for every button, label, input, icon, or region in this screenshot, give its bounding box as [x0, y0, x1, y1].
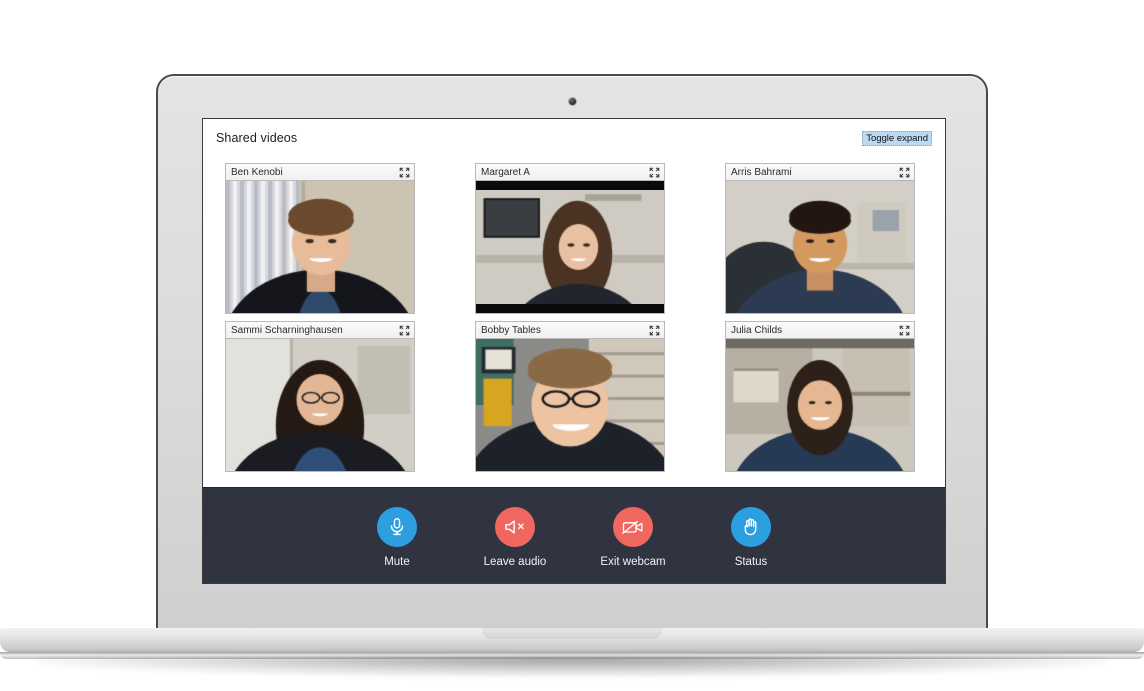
letterbox-bar	[476, 181, 664, 190]
video-frame[interactable]	[225, 180, 415, 314]
video-tile-header: Sammi Scharninghausen	[225, 321, 415, 338]
video-canvas	[476, 181, 664, 313]
video-tile-header: Ben Kenobi	[225, 163, 415, 180]
laptop-shadow	[38, 657, 1106, 677]
video-tile: Julia Childs	[725, 321, 915, 473]
video-canvas	[226, 181, 414, 313]
toolbar-button-label: Exit webcam	[600, 556, 666, 568]
video-tile-header: Julia Childs	[725, 321, 915, 338]
expand-icon[interactable]	[399, 325, 410, 336]
toolbar-button-mute[interactable]: Mute	[352, 507, 442, 568]
video-stream	[726, 181, 914, 313]
participant-name: Sammi Scharninghausen	[231, 324, 343, 336]
video-frame[interactable]	[475, 180, 665, 314]
toggle-expand-button[interactable]: Toggle expand	[862, 131, 932, 146]
video-frame[interactable]	[475, 338, 665, 472]
app-body: Shared videos Toggle expand Ben Kenobi M…	[203, 119, 945, 487]
microphone-icon	[390, 518, 404, 536]
video-canvas	[726, 339, 914, 471]
video-tile: Ben Kenobi	[225, 163, 415, 315]
speaker-mute-icon	[505, 520, 524, 534]
participant-name: Arris Bahrami	[731, 166, 792, 178]
video-canvas	[726, 181, 914, 313]
video-frame[interactable]	[725, 338, 915, 472]
video-canvas	[476, 339, 664, 471]
toolbar-button-status[interactable]: Status	[706, 507, 796, 568]
laptop-lid: Shared videos Toggle expand Ben Kenobi M…	[156, 74, 988, 634]
video-canvas	[226, 339, 414, 471]
expand-icon[interactable]	[649, 167, 660, 178]
toolbar-button-leave-audio[interactable]: Leave audio	[470, 507, 560, 568]
expand-icon[interactable]	[649, 325, 660, 336]
participant-name: Julia Childs	[731, 324, 783, 336]
expand-icon[interactable]	[899, 167, 910, 178]
letterbox-bar	[476, 304, 664, 313]
screenshot-stage: Shared videos Toggle expand Ben Kenobi M…	[0, 0, 1144, 691]
laptop-screen: Shared videos Toggle expand Ben Kenobi M…	[202, 118, 946, 584]
video-grid: Ben Kenobi Margaret A Arris Bahrami Samm…	[213, 157, 935, 473]
video-tile: Bobby Tables	[475, 321, 665, 473]
video-tile-header: Arris Bahrami	[725, 163, 915, 180]
video-tile-header: Margaret A	[475, 163, 665, 180]
webcam-off-icon	[621, 520, 642, 534]
video-stream	[476, 339, 664, 471]
toolbar-button-label: Status	[734, 556, 768, 568]
participant-name: Margaret A	[481, 166, 530, 178]
speaker-mute-icon-circle[interactable]	[495, 507, 535, 547]
video-tile: Arris Bahrami	[725, 163, 915, 315]
toolbar-button-label: Mute	[384, 556, 410, 568]
participant-name: Ben Kenobi	[231, 166, 283, 178]
video-stream	[226, 339, 414, 471]
video-stream	[226, 181, 414, 313]
video-frame[interactable]	[225, 338, 415, 472]
video-frame[interactable]	[725, 180, 915, 314]
laptop-base	[0, 628, 1144, 652]
toolbar-button-exit-webcam[interactable]: Exit webcam	[588, 507, 678, 568]
microphone-icon-circle[interactable]	[377, 507, 417, 547]
webcam-off-icon-circle[interactable]	[613, 507, 653, 547]
expand-icon[interactable]	[399, 167, 410, 178]
video-stream	[476, 181, 664, 313]
raised-hand-icon-circle[interactable]	[731, 507, 771, 547]
video-tile-header: Bobby Tables	[475, 321, 665, 338]
app-topbar: Shared videos Toggle expand	[213, 131, 935, 157]
raised-hand-icon	[744, 518, 757, 536]
expand-icon[interactable]	[899, 325, 910, 336]
participant-name: Bobby Tables	[481, 324, 541, 336]
video-tile: Sammi Scharninghausen	[225, 321, 415, 473]
call-controls-toolbar: Mute Leave audio Exit webcam Status	[203, 487, 945, 583]
video-stream	[726, 339, 914, 471]
toolbar-button-label: Leave audio	[483, 556, 547, 568]
laptop-base-notch	[482, 628, 662, 639]
page-title: Shared videos	[216, 131, 298, 145]
video-tile: Margaret A	[475, 163, 665, 315]
laptop-camera-icon	[568, 98, 576, 105]
